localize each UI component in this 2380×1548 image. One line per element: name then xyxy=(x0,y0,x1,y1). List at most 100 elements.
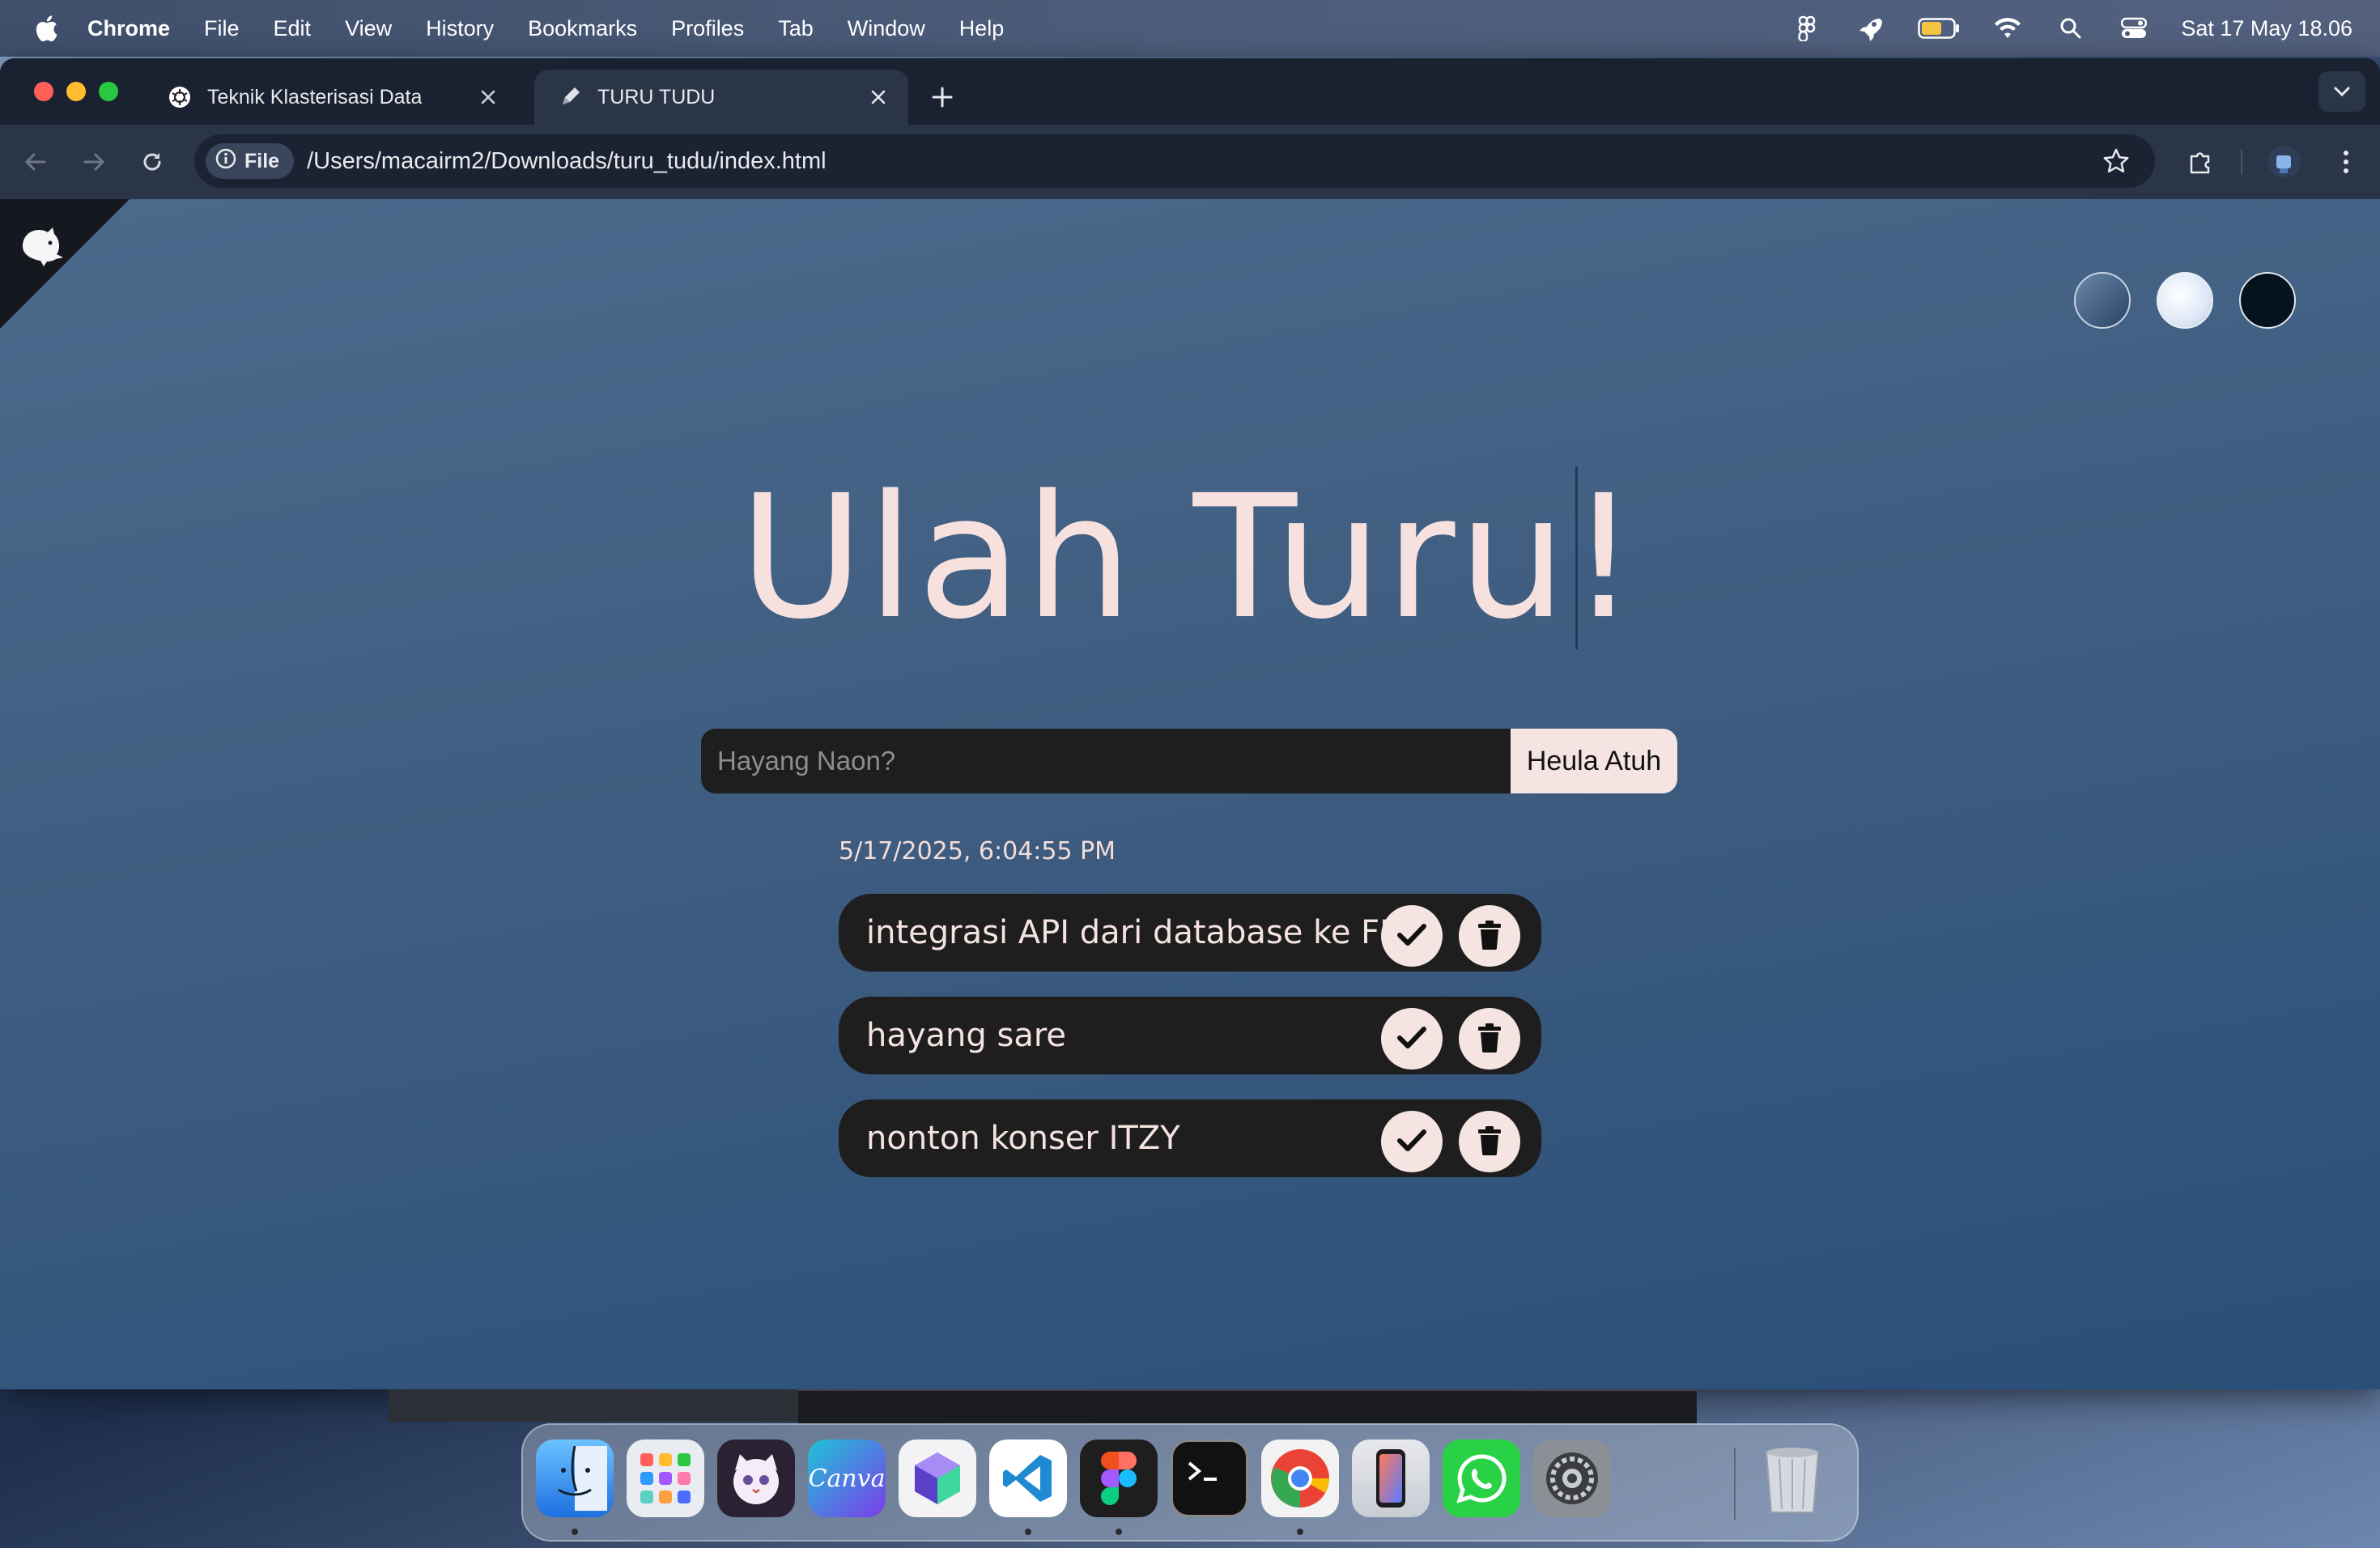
running-indicator xyxy=(1025,1529,1031,1535)
chrome-window: Teknik Klasterisasi Data TURU TUDU File … xyxy=(0,58,2380,1389)
todo-item: nonton konser ITZY xyxy=(839,1099,1541,1177)
forward-arrow-icon[interactable] xyxy=(78,146,110,178)
finder-icon[interactable] xyxy=(536,1440,614,1517)
extensions-puzzle-icon[interactable] xyxy=(2182,144,2218,180)
figma-icon[interactable] xyxy=(1791,12,1823,45)
site-info-chip[interactable]: File xyxy=(206,143,295,179)
scheme-label: File xyxy=(244,149,280,172)
trash-icon[interactable] xyxy=(1753,1440,1831,1517)
theme-swatch-light[interactable] xyxy=(2157,272,2213,329)
delete-button[interactable] xyxy=(1459,1111,1520,1172)
back-arrow-icon[interactable] xyxy=(19,146,52,178)
dock-separator xyxy=(1734,1448,1736,1520)
theme-swatch-blue[interactable] xyxy=(2074,272,2131,329)
system-settings-icon[interactable] xyxy=(1533,1440,1611,1517)
trash-icon xyxy=(1477,920,1502,952)
menu-app-chrome[interactable]: Chrome xyxy=(87,16,170,41)
tab-strip: Teknik Klasterisasi Data TURU TUDU xyxy=(0,58,2380,125)
close-icon[interactable] xyxy=(866,85,890,109)
reload-icon[interactable] xyxy=(136,146,168,178)
trash-icon xyxy=(1477,1023,1502,1055)
todo-list: integrasi API dari database ke FE hayang… xyxy=(839,894,1541,1202)
new-tab-button[interactable] xyxy=(928,83,957,112)
check-icon xyxy=(1397,1026,1426,1053)
macos-menu-bar: Chrome File Edit View History Bookmarks … xyxy=(0,0,2380,57)
tab-title: Teknik Klasterisasi Data xyxy=(207,85,423,108)
todo-form: Heula Atuh xyxy=(701,729,1677,793)
todo-item: integrasi API dari database ke FE xyxy=(839,894,1541,972)
canva-wordmark: Canva xyxy=(808,1464,886,1493)
complete-button[interactable] xyxy=(1381,905,1443,967)
box-app-icon[interactable] xyxy=(899,1440,976,1517)
background-window xyxy=(798,1389,1697,1423)
canva-icon[interactable]: Canva xyxy=(808,1440,886,1517)
window-close-button[interactable] xyxy=(34,82,53,101)
text-caret xyxy=(1575,466,1578,649)
bookmark-star-icon[interactable] xyxy=(2100,145,2132,177)
complete-button[interactable] xyxy=(1381,1008,1443,1070)
chatgpt-icon xyxy=(167,84,193,110)
running-indicator xyxy=(1116,1529,1122,1535)
theme-swatch-dark[interactable] xyxy=(2239,272,2296,329)
menu-history[interactable]: History xyxy=(426,16,494,41)
wifi-icon[interactable] xyxy=(1991,12,2024,45)
toolbar-divider xyxy=(2241,149,2242,175)
address-bar[interactable]: File /Users/macairm2/Downloads/turu_tudu… xyxy=(194,134,2155,188)
window-minimize-button[interactable] xyxy=(66,82,86,101)
check-icon xyxy=(1397,923,1426,950)
todo-item: hayang sare xyxy=(839,997,1541,1074)
macos-dock: Canva xyxy=(521,1423,1859,1542)
vscode-icon[interactable] xyxy=(989,1440,1067,1517)
menu-bookmarks[interactable]: Bookmarks xyxy=(528,16,637,41)
delete-button[interactable] xyxy=(1459,1008,1520,1070)
iphone-mirroring-icon[interactable] xyxy=(1352,1440,1430,1517)
todo-text: integrasi API dari database ke FE xyxy=(866,914,1400,951)
menu-bar-clock[interactable]: Sat 17 May 18.06 xyxy=(2181,16,2352,41)
launchpad-icon[interactable] xyxy=(627,1440,704,1517)
tab-title: TURU TUDU xyxy=(597,85,716,108)
menu-bar-status-area: Sat 17 May 18.06 xyxy=(1791,0,2352,57)
pen-icon xyxy=(557,84,583,110)
running-indicator xyxy=(572,1529,578,1535)
tab-teknik-klasterisasi[interactable]: Teknik Klasterisasi Data xyxy=(144,70,518,125)
menu-view[interactable]: View xyxy=(345,16,392,41)
window-maximize-button[interactable] xyxy=(99,82,118,101)
profile-avatar[interactable] xyxy=(2267,144,2302,180)
url-text[interactable]: /Users/macairm2/Downloads/turu_tudu/inde… xyxy=(307,148,827,175)
page-viewport: Ulah Turu! Heula Atuh 5/17/2025, 6:04:55… xyxy=(0,199,2380,1389)
menu-file[interactable]: File xyxy=(204,16,240,41)
todo-text: nonton konser ITZY xyxy=(866,1120,1180,1157)
check-icon xyxy=(1397,1129,1426,1155)
spotlight-icon[interactable] xyxy=(2055,12,2087,45)
menu-window[interactable]: Window xyxy=(848,16,925,41)
terminal-icon[interactable] xyxy=(1171,1440,1248,1517)
battery-icon[interactable] xyxy=(1917,12,1961,45)
chrome-app-icon[interactable] xyxy=(1261,1440,1339,1517)
browser-toolbar: File /Users/macairm2/Downloads/turu_tudu… xyxy=(0,125,2380,199)
delete-button[interactable] xyxy=(1459,905,1520,967)
avatar xyxy=(2268,146,2301,178)
running-indicator xyxy=(1297,1529,1303,1535)
cat-app-icon[interactable] xyxy=(717,1440,795,1517)
todo-input[interactable] xyxy=(701,729,1511,793)
apple-menu-icon[interactable] xyxy=(29,15,63,42)
add-todo-button[interactable]: Heula Atuh xyxy=(1511,729,1677,793)
menu-edit[interactable]: Edit xyxy=(274,16,312,41)
whatsapp-icon[interactable] xyxy=(1443,1440,1520,1517)
info-icon xyxy=(215,148,236,175)
menu-help[interactable]: Help xyxy=(959,16,1005,41)
page-title: Ulah Turu! xyxy=(739,458,1641,657)
sleeping-cat-logo-icon[interactable] xyxy=(15,215,73,274)
trash-icon xyxy=(1477,1125,1502,1158)
figma-app-icon[interactable] xyxy=(1080,1440,1158,1517)
close-icon[interactable] xyxy=(476,85,500,109)
rocket-icon[interactable] xyxy=(1854,12,1886,45)
more-menu-icon[interactable] xyxy=(2328,144,2364,180)
current-datetime: 5/17/2025, 6:04:55 PM xyxy=(839,837,1116,865)
tab-search-button[interactable] xyxy=(2318,71,2365,112)
menu-profiles[interactable]: Profiles xyxy=(671,16,744,41)
tab-turu-tudu[interactable]: TURU TUDU xyxy=(534,70,908,125)
menu-tab[interactable]: Tab xyxy=(778,16,814,41)
control-center-icon[interactable] xyxy=(2118,12,2150,45)
complete-button[interactable] xyxy=(1381,1111,1443,1172)
